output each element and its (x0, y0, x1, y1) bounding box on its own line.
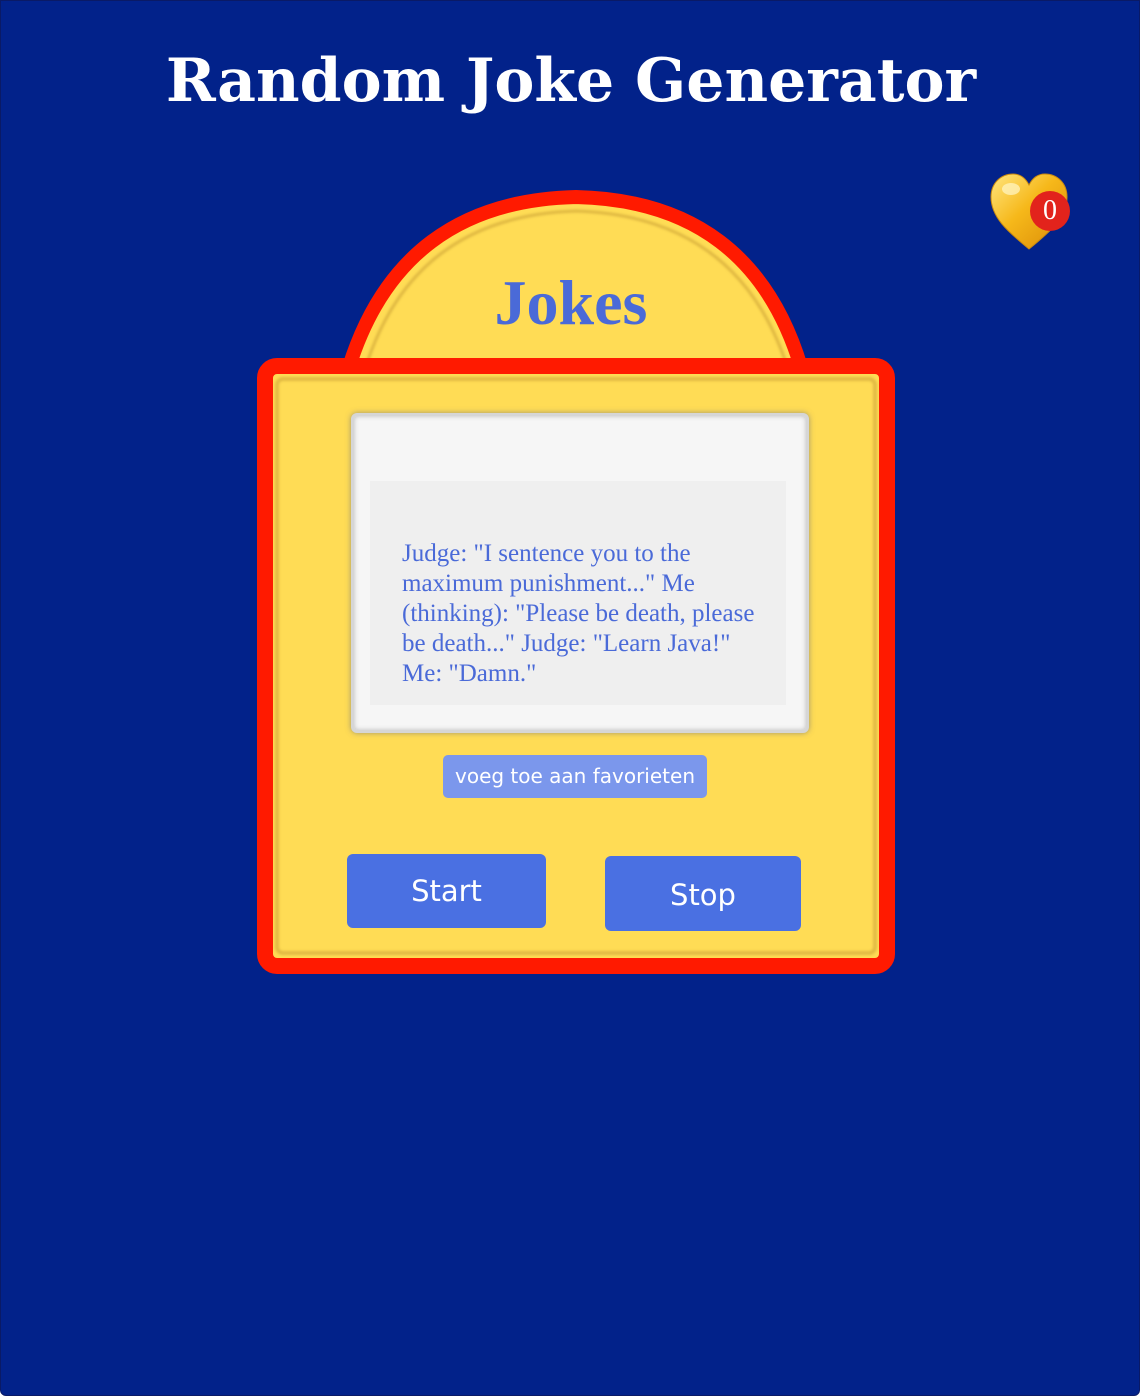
machine-title: Jokes (494, 267, 648, 338)
joke-display: Judge: "I sentence you to the maximum pu… (370, 481, 786, 705)
favorites-count-badge: 0 (1030, 191, 1070, 231)
app-page: Random Joke Generator Jokes Judge: "I se… (0, 0, 1140, 1396)
joke-screen: Judge: "I sentence you to the maximum pu… (351, 413, 809, 733)
add-to-favorites-button[interactable]: voeg toe aan favorieten (443, 755, 707, 798)
joke-text: Judge: "I sentence you to the maximum pu… (402, 540, 755, 687)
stop-button[interactable]: Stop (605, 856, 801, 931)
start-button[interactable]: Start (347, 854, 546, 928)
